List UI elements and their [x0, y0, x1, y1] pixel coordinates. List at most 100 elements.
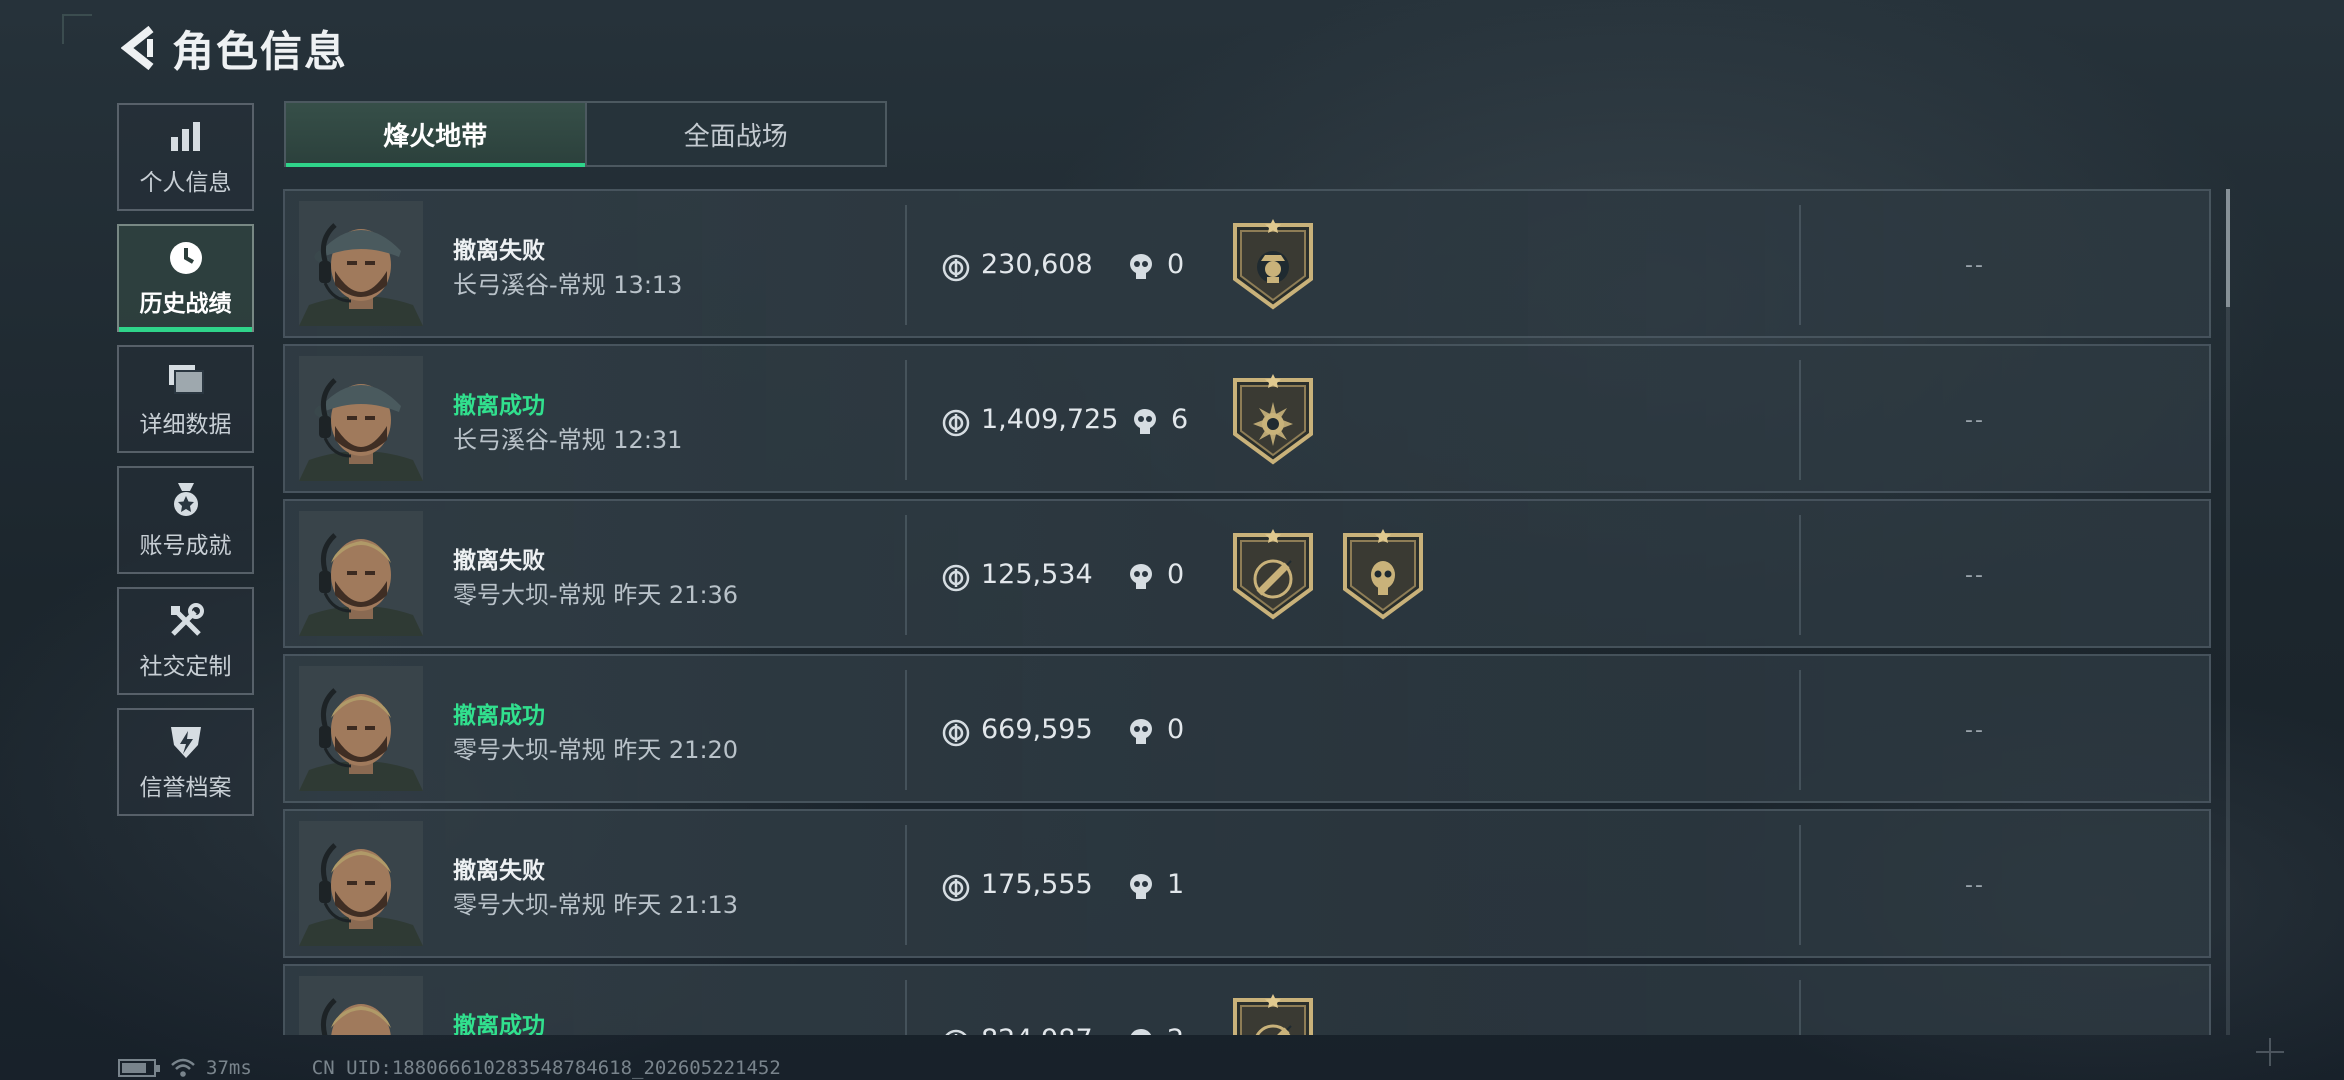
- rocket-badge-icon[interactable]: [1229, 529, 1317, 621]
- corner-decoration: [62, 14, 92, 44]
- soldier-badge-icon[interactable]: [1229, 219, 1317, 311]
- extraction-status: 撤离成功: [453, 393, 545, 419]
- clock-icon: [166, 238, 206, 278]
- currency-icon: [945, 1029, 967, 1035]
- page-header: 角色信息: [118, 22, 668, 76]
- folders-icon: [166, 359, 206, 399]
- back-button[interactable]: [118, 22, 162, 74]
- column-divider: [1799, 670, 1801, 790]
- plus-icon: [2256, 1038, 2284, 1066]
- operator-portrait: [299, 976, 423, 1035]
- nav-label: 详细数据: [139, 412, 232, 438]
- nav-item-achievements[interactable]: 账号成就: [117, 466, 254, 574]
- burst-badge-icon[interactable]: [1229, 374, 1317, 466]
- match-row[interactable]: 撤离成功 零号大坝-常规 昨天 21:20 669,595 0 --: [283, 654, 2211, 803]
- column-divider: [1799, 825, 1801, 945]
- page-title: 角色信息: [172, 26, 349, 76]
- extra-value: --: [1965, 253, 1985, 278]
- extra-value: --: [1965, 718, 1985, 743]
- column-divider: [1799, 205, 1801, 325]
- operator-portrait: [299, 821, 423, 946]
- kill-count: 0: [1167, 249, 1185, 280]
- kill-skull-icon: [1130, 1029, 1152, 1035]
- list-scrollbar[interactable]: [2226, 189, 2230, 1035]
- match-history-list: 撤离失败 长弓溪谷-常规 13:13 230,608 0 -- 撤离成功 长弓溪谷-常规 1…: [283, 189, 2211, 1035]
- extraction-status: 撤离失败: [453, 548, 545, 574]
- currency-icon: [942, 564, 970, 592]
- chevron-left-icon: [121, 25, 154, 71]
- extra-value: --: [1965, 563, 1985, 588]
- operator-portrait: [299, 511, 423, 636]
- nav-item-reputation[interactable]: 信誉档案: [117, 708, 254, 816]
- column-divider: [905, 205, 907, 325]
- column-divider: [1799, 515, 1801, 635]
- status-footer: 37ms CN UID:18806661028354878461​8_20260…: [118, 1056, 781, 1080]
- column-divider: [905, 515, 907, 635]
- battery-icon: [118, 1059, 160, 1077]
- kill-skull-icon: [1130, 564, 1152, 589]
- rocket-badge-icon[interactable]: [1229, 994, 1317, 1035]
- nav-label: 信誉档案: [139, 775, 232, 801]
- shield-bolt-icon: [166, 722, 206, 762]
- extraction-status: 撤离失败: [453, 858, 545, 884]
- tab-full-battlefield[interactable]: 全面战场: [584, 103, 886, 165]
- extraction-status: 撤离失败: [453, 238, 545, 264]
- column-divider: [905, 360, 907, 480]
- nav-item-social-custom[interactable]: 社交定制: [117, 587, 254, 695]
- medal-icon: [166, 480, 206, 520]
- nav-item-personal-info[interactable]: 个人信息: [117, 103, 254, 211]
- map-and-time: 零号大坝-常规 昨天 21:36: [453, 581, 739, 609]
- operator-portrait: [299, 201, 423, 326]
- operator-portrait: [299, 666, 423, 791]
- wifi-icon: [171, 1058, 195, 1077]
- nav-item-match-history[interactable]: 历史战绩: [117, 224, 254, 332]
- tools-icon: [166, 601, 206, 641]
- loot-value: 125,534: [981, 559, 1093, 590]
- scrollbar-thumb[interactable]: [2226, 189, 2230, 307]
- nav-item-detailed-data[interactable]: 详细数据: [117, 345, 254, 453]
- kill-skull-icon: [1130, 254, 1152, 279]
- column-divider: [905, 980, 907, 1035]
- skull-badge-icon[interactable]: [1339, 529, 1427, 621]
- loot-value: 230,608: [981, 249, 1093, 280]
- currency-icon: [942, 874, 970, 902]
- column-divider: [905, 670, 907, 790]
- currency-icon: [942, 254, 970, 282]
- extra-value: --: [1965, 1028, 1985, 1035]
- uid-text: CN UID:18806661028354878461​8_2026052214…: [311, 1057, 781, 1079]
- nav-label: 社交定制: [139, 654, 232, 680]
- bar-chart-icon: [166, 117, 206, 157]
- extraction-status: 撤离成功: [453, 703, 545, 729]
- nav-label: 个人信息: [139, 170, 232, 196]
- operator-portrait: [299, 356, 423, 481]
- map-and-time: 长弓溪谷-常规 13:13: [453, 271, 683, 299]
- loot-value: 1,409,725: [981, 404, 1119, 435]
- ping-readout: 37ms: [206, 1057, 252, 1079]
- kill-skull-icon: [1134, 409, 1156, 434]
- extraction-status: 撤离成功: [453, 1013, 545, 1035]
- kill-count: 2: [1167, 1024, 1184, 1035]
- tab-warzone[interactable]: 烽火地带: [286, 103, 585, 167]
- match-row[interactable]: 撤离失败零号大坝-常规 昨天 21:36 125,534 0 --: [283, 499, 2211, 648]
- match-row[interactable]: 撤离成功 长弓溪谷-常规 12:31 1,409,725 6 --: [283, 344, 2211, 493]
- mode-tabs: 烽火地带 全面战场: [284, 101, 887, 167]
- match-row[interactable]: 撤离失败长弓溪谷-常规 13:13 230,608 0 --: [283, 189, 2211, 338]
- kill-count: 6: [1171, 404, 1189, 435]
- currency-icon: [942, 719, 970, 747]
- map-and-time: 零号大坝-常规 昨天 21:13: [453, 891, 739, 919]
- loot-value: 669,595: [981, 714, 1093, 745]
- kill-skull-icon: [1130, 874, 1152, 899]
- column-divider: [1799, 980, 1801, 1035]
- match-row[interactable]: 撤离失败 零号大坝-常规 昨天 21:13 175,555 1 --: [283, 809, 2211, 958]
- kill-count: 1: [1167, 869, 1185, 900]
- nav-label: 历史战绩: [139, 291, 232, 317]
- map-and-time: 长弓溪谷-常规 12:31: [453, 426, 683, 454]
- extra-value: --: [1965, 873, 1985, 898]
- kill-count: 0: [1167, 559, 1185, 590]
- map-and-time: 零号大坝-常规 昨天 21:20: [453, 736, 739, 764]
- loot-value: 824,987: [981, 1024, 1093, 1035]
- nav-label: 账号成就: [139, 533, 232, 559]
- side-nav: 个人信息 历史战绩 详细数据 账号成就 社交定制 信誉档案: [117, 103, 254, 829]
- match-row[interactable]: 撤离成功 824,987 2 --: [283, 964, 2211, 1035]
- currency-icon: [942, 409, 970, 437]
